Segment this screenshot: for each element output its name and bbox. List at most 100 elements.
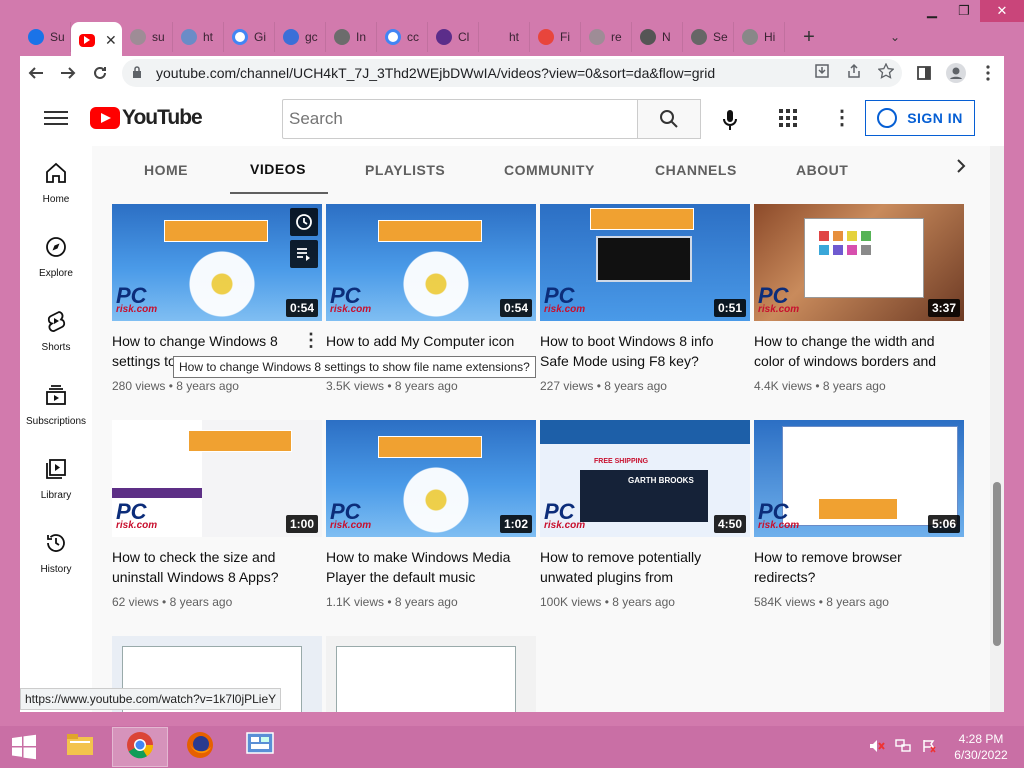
video-thumbnail[interactable]: FREE SHIPPING GARTH BROOKS PC risk.com 4:50 (540, 420, 750, 537)
tab-home[interactable]: HOME (144, 146, 188, 194)
browser-tab[interactable]: re (581, 22, 632, 52)
video-title[interactable]: How to remove browser redirects? (754, 547, 964, 587)
video-duration: 0:54 (285, 299, 318, 317)
tab-about[interactable]: ABOUT (796, 146, 848, 194)
tab-title: Se (713, 30, 728, 44)
browser-tab[interactable]: cc (377, 22, 428, 52)
start-button[interactable] (0, 726, 48, 768)
forward-button[interactable] (52, 58, 84, 88)
scrollbar-thumb[interactable] (993, 482, 1001, 646)
install-icon[interactable] (806, 63, 838, 84)
browser-tab[interactable]: Cl (428, 22, 479, 52)
sidebar-item-home[interactable]: Home (20, 146, 92, 220)
video-thumbnail[interactable]: PC risk.com 1:02 (326, 420, 536, 537)
video-thumbnail[interactable] (326, 636, 536, 712)
firefox-taskbar-button[interactable] (172, 727, 228, 767)
address-url[interactable]: youtube.com/channel/UCH4kT_7J_3Thd2WEjbD… (156, 65, 806, 81)
pcrisk-logo-sub: risk.com (758, 304, 800, 315)
video-thumbnail[interactable]: PC risk.com 0:51 (540, 204, 750, 321)
browser-tab[interactable]: ht (479, 22, 530, 52)
tab-search-chevron-icon[interactable]: ⌄ (890, 30, 900, 44)
add-to-queue-button[interactable] (290, 240, 318, 268)
control-panel-taskbar-button[interactable] (232, 727, 288, 767)
video-card[interactable]: PC risk.com 5:06 How to remove browser redi… (754, 420, 964, 609)
sidebar-item-shorts[interactable]: Shorts (20, 294, 92, 368)
video-thumbnail[interactable]: PC risk.com 3:37 (754, 204, 964, 321)
back-button[interactable] (20, 58, 52, 88)
action-center-flag-icon[interactable] (918, 739, 940, 756)
sidebar-item-library[interactable]: Library (20, 442, 92, 516)
new-tab-button[interactable]: + (791, 26, 827, 49)
video-title[interactable]: How to remove potentially unwated plugin… (540, 547, 750, 587)
tab-channels[interactable]: CHANNELS (655, 146, 737, 194)
google-icon (232, 29, 248, 45)
browser-tab[interactable]: ✕ (71, 22, 122, 58)
video-thumbnail[interactable]: PC risk.com 1:00 (112, 420, 322, 537)
close-tab-icon[interactable]: ✕ (105, 32, 117, 49)
browser-tab[interactable]: Su (20, 22, 71, 52)
video-meta: 100K views • 8 years ago (540, 595, 750, 609)
video-title[interactable]: How to boot Windows 8 info Safe Mode usi… (540, 331, 750, 371)
browser-toolbar: youtube.com/channel/UCH4kT_7J_3Thd2WEjbD… (20, 56, 1004, 90)
address-bar[interactable]: youtube.com/channel/UCH4kT_7J_3Thd2WEjbD… (122, 59, 902, 87)
browser-tab[interactable]: Hi (734, 22, 785, 52)
video-card[interactable]: PC risk.com 0:51 How to boot Windows 8 info… (540, 204, 750, 393)
browser-tab[interactable]: N (632, 22, 683, 52)
file-explorer-taskbar-button[interactable] (52, 727, 108, 767)
video-thumbnail[interactable]: PC risk.com 0:54 (112, 204, 322, 321)
watch-later-button[interactable] (290, 208, 318, 236)
chrome-menu-button[interactable] (972, 58, 1004, 88)
system-clock[interactable]: 4:28 PM 6/30/2022 (944, 731, 1018, 763)
share-icon[interactable] (838, 63, 870, 84)
chevron-right-icon[interactable] (956, 158, 966, 179)
sidebar-item-explore[interactable]: Explore (20, 220, 92, 294)
voice-search-button[interactable] (712, 102, 748, 138)
video-card[interactable]: PC risk.com 1:02 How to make Windows Media … (326, 420, 536, 609)
profile-button[interactable] (940, 58, 972, 88)
settings-dots-icon[interactable]: ⋮ (832, 104, 852, 132)
video-thumbnail[interactable]: PC risk.com 5:06 (754, 420, 964, 537)
video-card[interactable]: PC risk.com 1:00 How to check the size and … (112, 420, 322, 609)
hamburger-menu-icon[interactable] (44, 107, 68, 129)
browser-tab[interactable]: ht (173, 22, 224, 52)
video-title[interactable]: How to check the size and uninstall Wind… (112, 547, 322, 587)
queue-icon (297, 248, 310, 261)
search-button[interactable] (637, 99, 701, 139)
sidebar-item-history[interactable]: History (20, 516, 92, 590)
network-icon[interactable] (892, 738, 914, 756)
reload-button[interactable] (84, 58, 116, 88)
page-scrollbar[interactable] (990, 146, 1004, 712)
sign-in-button[interactable]: SIGN IN (865, 100, 975, 136)
side-panel-button[interactable] (908, 58, 940, 88)
sidebar-item-subscriptions[interactable]: Subscriptions (20, 368, 92, 442)
tab-playlists[interactable]: PLAYLISTS (365, 146, 445, 194)
chrome-taskbar-button[interactable] (112, 727, 168, 767)
search-input[interactable] (289, 109, 637, 129)
wallpaper-flower (182, 244, 262, 321)
browser-tab[interactable]: Se (683, 22, 734, 52)
video-card[interactable]: FREE SHIPPING GARTH BROOKS PC risk.com 4:50 H… (540, 420, 750, 609)
video-title[interactable]: How to change the width and color of win… (754, 331, 964, 371)
tab-videos[interactable]: VIDEOS (230, 146, 328, 194)
search-box[interactable] (282, 99, 638, 139)
browser-tab[interactable]: gc (275, 22, 326, 52)
browser-tab[interactable]: Fi (530, 22, 581, 52)
chrome-icon (124, 729, 156, 766)
video-options-icon[interactable]: ⋮ (302, 330, 320, 351)
command-prompt-window (596, 236, 692, 282)
apps-grid-icon[interactable] (776, 106, 800, 130)
browser-tab[interactable]: Gi (224, 22, 275, 52)
video-card[interactable] (326, 636, 536, 712)
video-card[interactable]: PC risk.com 3:37 How to change the width an… (754, 204, 964, 393)
video-title[interactable]: How to make Windows Media Player the def… (326, 547, 536, 587)
browser-tab[interactable]: In (326, 22, 377, 52)
tab-community[interactable]: COMMUNITY (504, 146, 595, 194)
bookmark-star-icon[interactable] (870, 61, 902, 84)
youtube-logo[interactable]: YouTube (90, 106, 203, 130)
speaker-muted-icon[interactable] (866, 739, 888, 756)
tab-title: su (152, 30, 165, 44)
video-thumbnail[interactable]: PC risk.com 0:54 (326, 204, 536, 321)
tab-title: gc (305, 30, 318, 44)
reload-icon (94, 66, 106, 79)
browser-tab[interactable]: su (122, 22, 173, 52)
